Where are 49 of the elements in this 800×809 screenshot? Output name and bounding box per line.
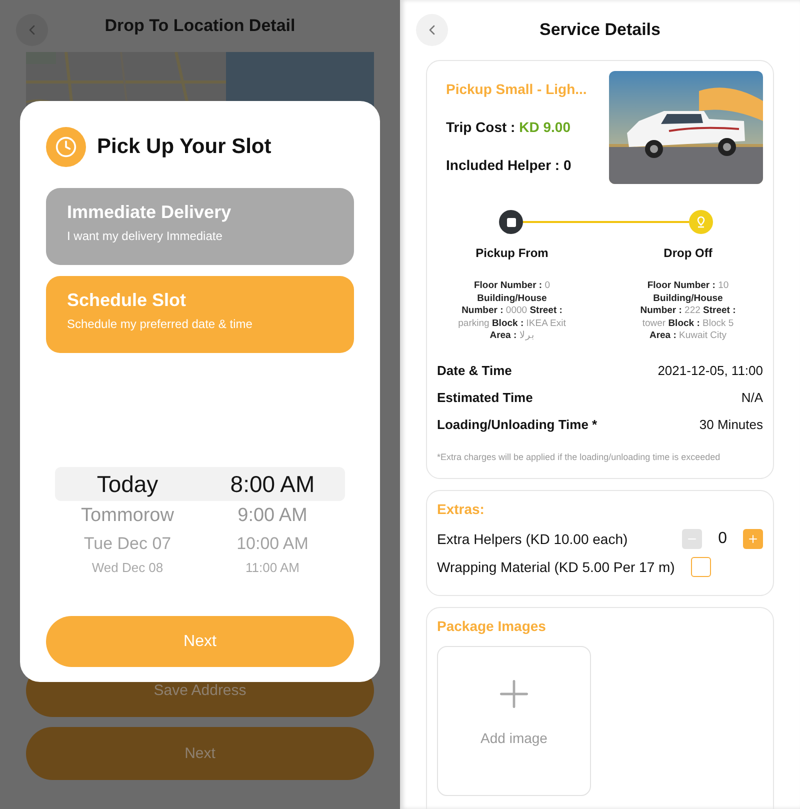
trip-cost: Trip Cost : KD 9.00 bbox=[446, 119, 572, 135]
detail-label: Date & Time bbox=[437, 362, 512, 378]
detail-value: 2021-12-05, 11:00 bbox=[658, 362, 763, 378]
delivery-option[interactable]: Schedule Slot Schedule my preferred date & time bbox=[46, 276, 354, 353]
delivery-option[interactable]: Immediate Delivery I want my delivery Immediate bbox=[46, 188, 354, 265]
picker-row[interactable]: Tue Dec 07 10:00 AM bbox=[55, 531, 345, 557]
back-button[interactable] bbox=[416, 14, 448, 46]
extra-label: Extra Helpers (KD 10.00 each) bbox=[437, 530, 628, 546]
extra-label: Wrapping Material (KD 5.00 Per 17 m) bbox=[437, 558, 675, 574]
detail-value: 30 Minutes bbox=[699, 416, 763, 432]
option-title: Schedule Slot bbox=[67, 290, 188, 311]
screen-title: Drop To Location Detail bbox=[104, 16, 296, 36]
back-button[interactable] bbox=[16, 14, 48, 46]
option-subtitle: Schedule my preferred date & time bbox=[67, 317, 254, 331]
picker-row[interactable]: Wed Dec 08 11:00 AM bbox=[55, 557, 345, 575]
next-button[interactable]: Next bbox=[26, 727, 374, 780]
add-image-button[interactable]: Add image bbox=[437, 646, 591, 796]
next-button[interactable]: Next bbox=[46, 616, 354, 667]
detail-label: Estimated Time bbox=[437, 390, 533, 404]
pickup-marker-icon bbox=[499, 210, 523, 234]
included-helper: Included Helper : 0 bbox=[446, 157, 572, 173]
picker-day: Tue Dec 07 bbox=[55, 534, 200, 554]
section-title: Extras: bbox=[437, 500, 486, 516]
picker-time: 11:00 AM bbox=[244, 560, 300, 574]
address-text: Floor Number : 10 Building/House Number : 222 Street : tower Block : Block 5 Area : Kuwait City bbox=[639, 280, 737, 342]
detail-value: N/A bbox=[741, 390, 763, 404]
option-title: Immediate Delivery bbox=[67, 202, 232, 223]
checkbox[interactable] bbox=[690, 556, 711, 576]
charges-note: *Extra charges will be applied if the loading/unloading time is exceeded bbox=[437, 452, 722, 462]
screen-title: Service Details bbox=[540, 20, 660, 40]
plus-icon bbox=[747, 532, 759, 544]
section-title: Package Images bbox=[437, 618, 547, 634]
route-label: Pickup From bbox=[476, 246, 548, 260]
option-subtitle: I want my delivery Immediate bbox=[67, 229, 224, 243]
picker-time: 10:00 AM bbox=[236, 534, 310, 554]
plus-button[interactable] bbox=[743, 528, 763, 548]
route-label: Drop Off bbox=[664, 246, 712, 260]
clock-icon bbox=[46, 127, 86, 167]
counter-value: 0 bbox=[718, 530, 727, 548]
vehicle-name: Pickup Small - Ligh... bbox=[446, 81, 587, 97]
detail-label: Loading/Unloading Time * bbox=[437, 416, 598, 432]
picker-row[interactable]: Tommorow 9:00 AM bbox=[55, 501, 345, 531]
picker-time: 9:00 AM bbox=[236, 505, 308, 527]
picker-day: Wed Dec 08 bbox=[55, 560, 200, 574]
picker-row[interactable]: Today 8:00 AM bbox=[55, 467, 345, 501]
picker-day: Tommorow bbox=[55, 505, 200, 527]
dialog-title: Pick Up Your Slot bbox=[97, 135, 272, 159]
picker-time: 8:00 AM bbox=[229, 470, 316, 498]
picker-day: Today bbox=[55, 470, 200, 498]
